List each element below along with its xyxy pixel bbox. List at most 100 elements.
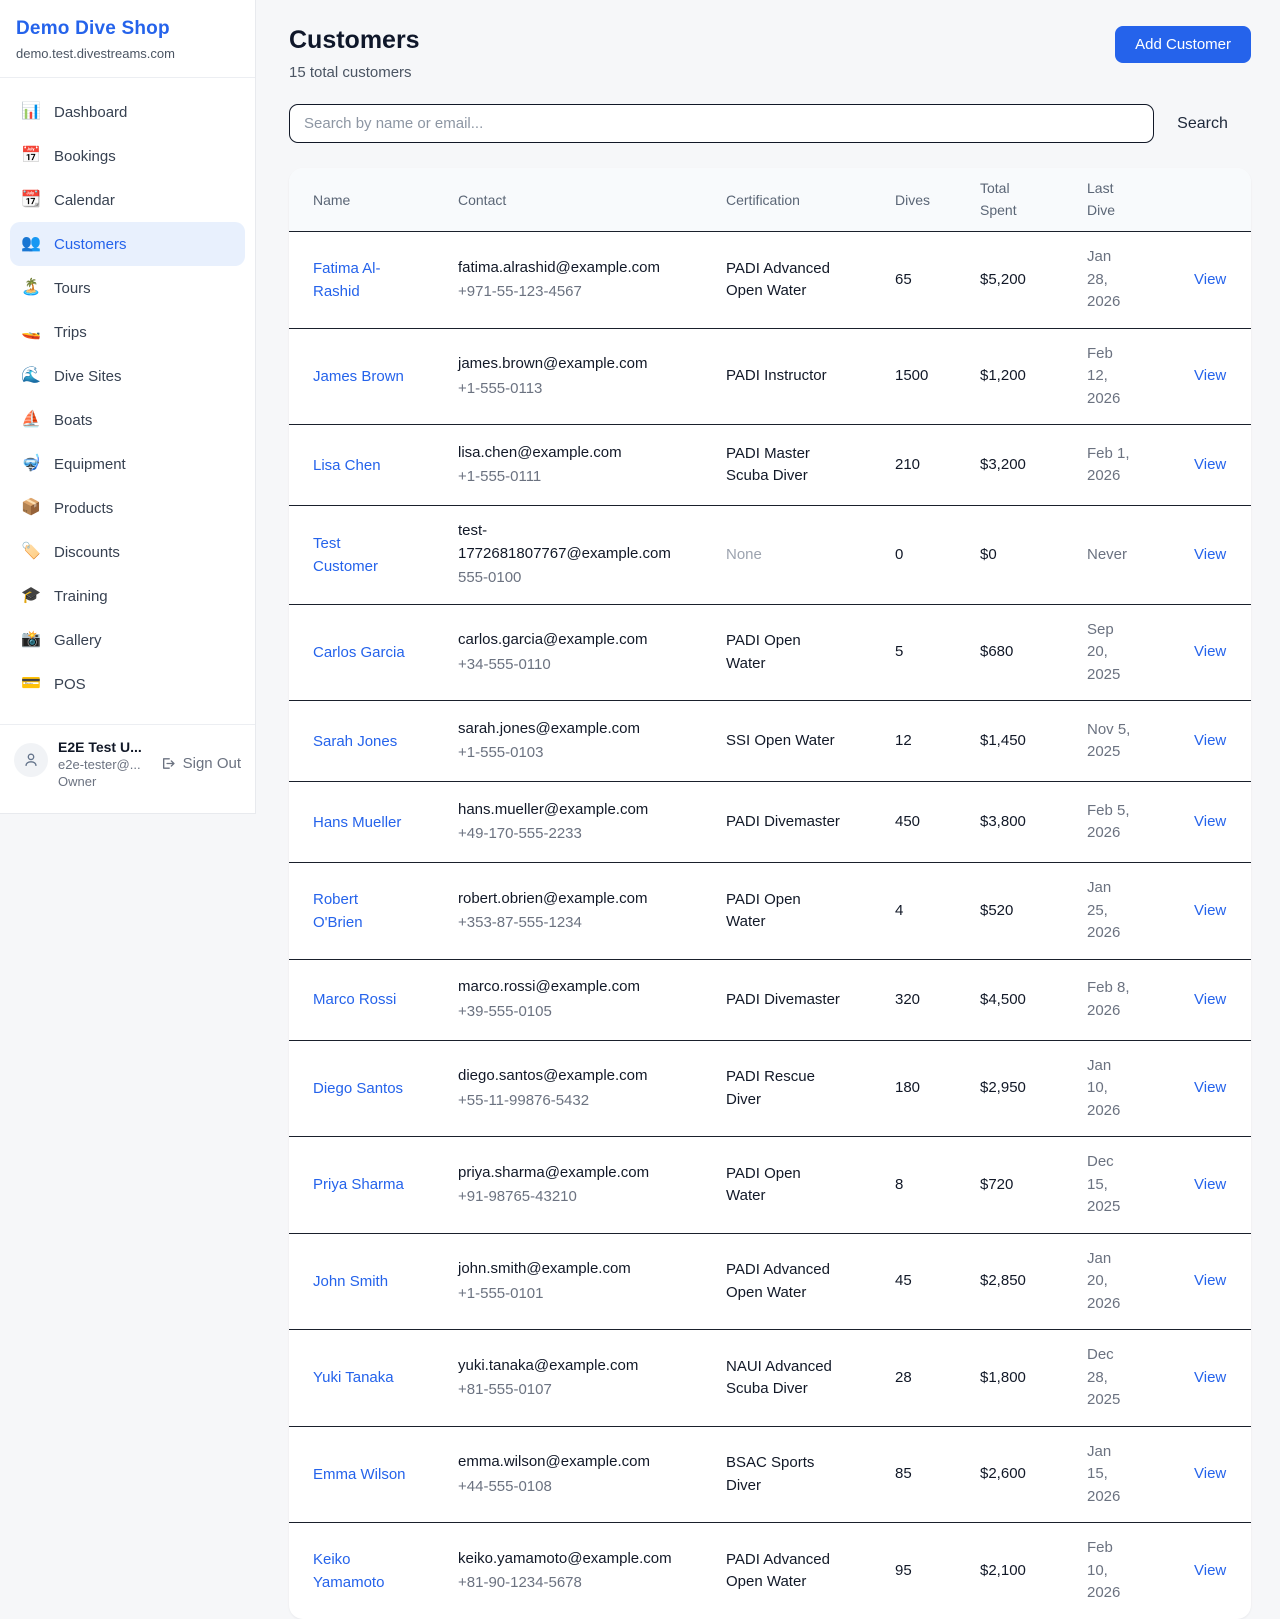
label-tag-icon: 🏷️ [20, 544, 42, 560]
view-link[interactable]: View [1194, 902, 1226, 919]
customer-name-link[interactable]: James Brown [313, 365, 404, 388]
table-row: Marco Rossi marco.rossi@example.com +39-… [289, 960, 1251, 1041]
customer-name-link[interactable]: Marco Rossi [313, 988, 396, 1011]
sidebar-item-equipment[interactable]: 🤿 Equipment [10, 442, 245, 486]
sidebar-item-label: Training [54, 588, 108, 605]
sidebar-item-calendar[interactable]: 📆 Calendar [10, 178, 245, 222]
add-customer-button[interactable]: Add Customer [1115, 26, 1251, 63]
customer-phone: +1-555-0101 [458, 1283, 716, 1306]
customer-name-link[interactable]: Sarah Jones [313, 730, 397, 753]
customer-email: james.brown@example.com [458, 353, 673, 376]
search-input[interactable] [289, 104, 1154, 143]
table-row: John Smith john.smith@example.com +1-555… [289, 1234, 1251, 1331]
sidebar-item-products[interactable]: 📦 Products [10, 486, 245, 530]
customer-total-spent: $3,800 [980, 811, 1087, 834]
customer-name-link[interactable]: John Smith [313, 1270, 388, 1293]
column-header-contact: Contact [458, 182, 726, 218]
view-link[interactable]: View [1194, 367, 1226, 384]
customer-last-dive: Jan 10, 2026 [1087, 1055, 1145, 1123]
column-header-last-dive: Last Dive [1087, 168, 1194, 231]
sidebar-item-gallery[interactable]: 📸 Gallery [10, 618, 245, 662]
sidebar-item-label: Dashboard [54, 104, 127, 121]
sidebar-item-dashboard[interactable]: 📊 Dashboard [10, 90, 245, 134]
customer-name-link[interactable]: Keiko Yamamoto [313, 1548, 409, 1595]
customer-last-dive: Jan 20, 2026 [1087, 1248, 1145, 1316]
sidebar-item-bookings[interactable]: 📅 Bookings [10, 134, 245, 178]
view-link[interactable]: View [1194, 1369, 1226, 1386]
customer-email: marco.rossi@example.com [458, 976, 673, 999]
column-header-total-spent: Total Spent [980, 168, 1087, 231]
search-button[interactable]: Search [1154, 115, 1251, 133]
sidebar-item-dive-sites[interactable]: 🌊 Dive Sites [10, 354, 245, 398]
customer-total-spent: $3,200 [980, 454, 1087, 477]
view-link[interactable]: View [1194, 1562, 1226, 1579]
user-name: E2E Test U... [58, 739, 149, 755]
customer-email: test-1772681807767@example.com [458, 520, 673, 565]
sidebar-item-label: Discounts [54, 544, 120, 561]
customer-email: yuki.tanaka@example.com [458, 1355, 673, 1378]
customer-name-link[interactable]: Hans Mueller [313, 811, 401, 834]
view-link[interactable]: View [1194, 456, 1226, 473]
customer-certification: NAUI Advanced Scuba Diver [726, 1356, 850, 1401]
sidebar-item-label: Customers [54, 236, 127, 253]
sidebar-item-trips[interactable]: 🚤 Trips [10, 310, 245, 354]
column-header-dives: Dives [895, 182, 980, 218]
view-link[interactable]: View [1194, 813, 1226, 830]
customer-certification: PADI Master Scuba Diver [726, 443, 850, 488]
customer-phone: +971-55-123-4567 [458, 281, 716, 304]
customer-dives: 5 [895, 641, 980, 664]
sidebar-item-boats[interactable]: ⛵ Boats [10, 398, 245, 442]
customer-name-link[interactable]: Robert O'Brien [313, 888, 409, 935]
view-link[interactable]: View [1194, 991, 1226, 1008]
customer-name-link[interactable]: Diego Santos [313, 1077, 403, 1100]
customer-phone: +39-555-0105 [458, 1001, 716, 1024]
customer-count: 15 total customers [289, 64, 420, 81]
view-link[interactable]: View [1194, 1272, 1226, 1289]
customer-name-link[interactable]: Test Customer [313, 532, 409, 579]
view-link[interactable]: View [1194, 271, 1226, 288]
customer-last-dive: Dec 15, 2025 [1087, 1151, 1145, 1219]
table-row: Robert O'Brien robert.obrien@example.com… [289, 863, 1251, 960]
customer-total-spent: $680 [980, 641, 1087, 664]
customer-certification: None [726, 544, 850, 567]
sidebar-item-training[interactable]: 🎓 Training [10, 574, 245, 618]
speedboat-icon: 🚤 [20, 324, 42, 340]
sidebar-item-label: Equipment [54, 456, 126, 473]
customer-name-link[interactable]: Fatima Al-Rashid [313, 257, 409, 304]
package-icon: 📦 [20, 500, 42, 516]
sidebar-item-customers[interactable]: 👥 Customers [10, 222, 245, 266]
customer-name-link[interactable]: Emma Wilson [313, 1463, 406, 1486]
sign-out-icon [159, 755, 176, 772]
view-link[interactable]: View [1194, 643, 1226, 660]
table-row: Hans Mueller hans.mueller@example.com +4… [289, 782, 1251, 863]
table-row: Priya Sharma priya.sharma@example.com +9… [289, 1137, 1251, 1234]
customer-name-link[interactable]: Priya Sharma [313, 1173, 404, 1196]
customer-certification: PADI Divemaster [726, 811, 850, 834]
customer-phone: +353-87-555-1234 [458, 912, 716, 935]
sidebar: Demo Dive Shop demo.test.divestreams.com… [0, 0, 256, 814]
view-link[interactable]: View [1194, 1176, 1226, 1193]
graduation-cap-icon: 🎓 [20, 588, 42, 604]
customer-last-dive: Nov 5, 2025 [1087, 719, 1145, 764]
sign-out-button[interactable]: Sign Out [159, 755, 241, 772]
view-link[interactable]: View [1194, 546, 1226, 563]
view-link[interactable]: View [1194, 1465, 1226, 1482]
customer-dives: 210 [895, 454, 980, 477]
sidebar-item-pos[interactable]: 💳 POS [10, 662, 245, 706]
customer-email: hans.mueller@example.com [458, 799, 673, 822]
camera-flash-icon: 📸 [20, 632, 42, 648]
customer-dives: 28 [895, 1367, 980, 1390]
customer-name-link[interactable]: Yuki Tanaka [313, 1366, 394, 1389]
view-link[interactable]: View [1194, 732, 1226, 749]
customer-last-dive: Jan 15, 2026 [1087, 1441, 1145, 1509]
column-header-certification: Certification [726, 182, 895, 218]
sidebar-item-discounts[interactable]: 🏷️ Discounts [10, 530, 245, 574]
sidebar-item-label: Boats [54, 412, 92, 429]
table-body: Fatima Al-Rashid fatima.alrashid@example… [289, 232, 1251, 1619]
table-row: Diego Santos diego.santos@example.com +5… [289, 1041, 1251, 1138]
customer-certification: PADI Advanced Open Water [726, 1549, 850, 1594]
view-link[interactable]: View [1194, 1079, 1226, 1096]
customer-name-link[interactable]: Carlos Garcia [313, 641, 405, 664]
customer-name-link[interactable]: Lisa Chen [313, 454, 381, 477]
sidebar-item-tours[interactable]: 🏝️ Tours [10, 266, 245, 310]
